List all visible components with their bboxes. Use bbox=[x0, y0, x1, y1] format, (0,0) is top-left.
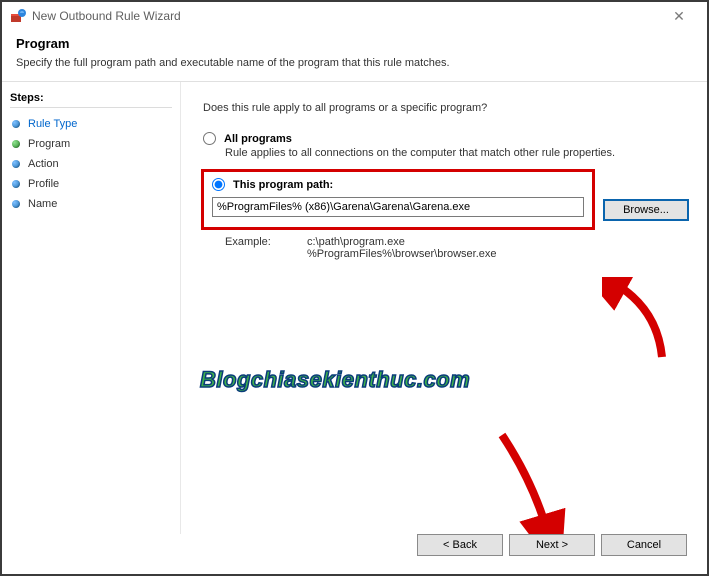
step-profile[interactable]: Profile bbox=[10, 174, 172, 194]
step-label: Name bbox=[28, 198, 57, 210]
page-title: Program bbox=[16, 36, 693, 51]
step-rule-type[interactable]: Rule Type bbox=[10, 114, 172, 134]
step-label: Profile bbox=[28, 178, 59, 190]
step-label: Action bbox=[28, 158, 59, 170]
title-bar: New Outbound Rule Wizard ✕ bbox=[2, 2, 707, 30]
steps-sidebar: Steps: Rule Type Program Action Profile … bbox=[2, 82, 180, 534]
step-bullet-icon bbox=[12, 200, 20, 208]
highlight-box: This program path: bbox=[201, 169, 595, 230]
example-label: Example: bbox=[225, 236, 283, 260]
radio-this-path[interactable] bbox=[212, 178, 225, 191]
example-line-2: %ProgramFiles%\browser\browser.exe bbox=[307, 248, 497, 260]
back-button[interactable]: < Back bbox=[417, 534, 503, 556]
browse-button[interactable]: Browse... bbox=[603, 199, 689, 221]
radio-all-programs[interactable] bbox=[203, 132, 216, 145]
main-panel: Does this rule apply to all programs or … bbox=[181, 82, 707, 534]
program-path-input[interactable] bbox=[212, 197, 584, 217]
this-path-label: This program path: bbox=[233, 179, 333, 191]
example-block: Example: c:\path\program.exe %ProgramFil… bbox=[225, 236, 689, 260]
footer-buttons: < Back Next > Cancel bbox=[417, 534, 687, 556]
cancel-button[interactable]: Cancel bbox=[601, 534, 687, 556]
step-program[interactable]: Program bbox=[10, 134, 172, 154]
question-text: Does this rule apply to all programs or … bbox=[203, 102, 689, 114]
next-button[interactable]: Next > bbox=[509, 534, 595, 556]
step-bullet-icon bbox=[12, 160, 20, 168]
example-lines: c:\path\program.exe %ProgramFiles%\brows… bbox=[307, 236, 497, 260]
example-line-1: c:\path\program.exe bbox=[307, 236, 405, 248]
steps-title: Steps: bbox=[10, 92, 172, 108]
close-icon[interactable]: ✕ bbox=[659, 8, 699, 25]
page-subtitle: Specify the full program path and execut… bbox=[16, 57, 693, 69]
step-label: Program bbox=[28, 138, 70, 150]
option-all-programs: All programs Rule applies to all connect… bbox=[203, 132, 689, 159]
firewall-icon bbox=[10, 8, 26, 24]
step-bullet-icon bbox=[12, 140, 20, 148]
step-bullet-icon bbox=[12, 180, 20, 188]
step-action[interactable]: Action bbox=[10, 154, 172, 174]
window-title: New Outbound Rule Wizard bbox=[32, 9, 659, 23]
page-header: Program Specify the full program path an… bbox=[2, 30, 707, 77]
step-bullet-icon bbox=[12, 120, 20, 128]
all-programs-label: All programs bbox=[224, 133, 292, 145]
step-name[interactable]: Name bbox=[10, 194, 172, 214]
step-label: Rule Type bbox=[28, 118, 77, 130]
all-programs-desc: Rule applies to all connections on the c… bbox=[225, 147, 689, 159]
